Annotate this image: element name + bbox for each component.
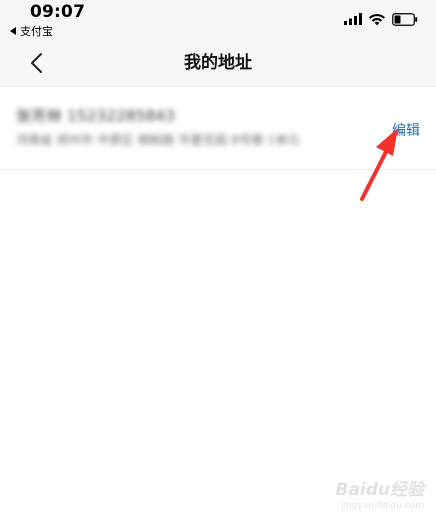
address-detail: 河南省 郑州市 中原区 桐柏路 华夏花园 8号楼 1单元 xyxy=(16,133,300,147)
chevron-left-icon xyxy=(31,53,42,73)
edit-address-button[interactable]: 编辑 xyxy=(392,120,420,140)
status-time: 09:07 xyxy=(30,2,86,22)
watermark-logo-text: Baidu经验 xyxy=(335,480,424,500)
wifi-icon xyxy=(369,13,385,25)
back-to-app-link[interactable]: 支付宝 xyxy=(10,24,53,38)
nav-bar: 我的地址 xyxy=(0,40,436,86)
address-item[interactable]: 张芳林 15232285843 河南省 郑州市 中原区 桐柏路 华夏花园 8号楼… xyxy=(0,87,436,169)
baidu-watermark: Baidu经验 jingyan.baidu.com xyxy=(314,471,424,511)
back-button[interactable] xyxy=(24,50,50,76)
status-bar: 09:07 支付宝 xyxy=(0,0,436,40)
address-name-phone: 张芳林 15232285843 xyxy=(16,107,176,125)
back-triangle-icon xyxy=(10,27,16,35)
status-icons xyxy=(344,10,418,28)
address-list: 张芳林 15232285843 河南省 郑州市 中原区 桐柏路 华夏花园 8号楼… xyxy=(0,86,436,170)
cellular-signal-icon xyxy=(344,13,362,25)
battery-icon xyxy=(392,12,418,26)
page-title: 我的地址 xyxy=(184,53,252,73)
watermark-url: jingyan.baidu.com xyxy=(340,501,424,511)
back-to-app-label: 支付宝 xyxy=(20,25,53,38)
